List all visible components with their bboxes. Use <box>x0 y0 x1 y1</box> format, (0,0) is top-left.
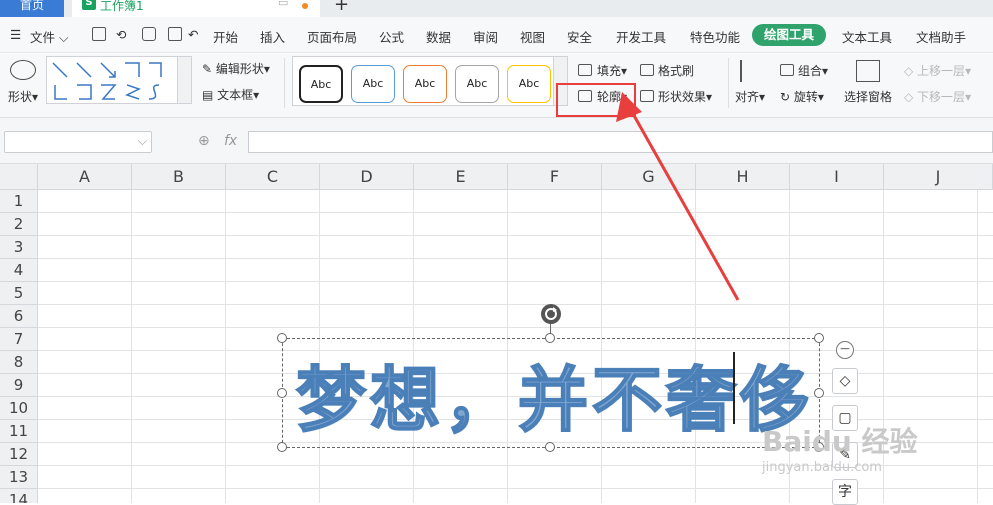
baidu-watermark: Baidu 经验 <box>762 425 918 458</box>
baidu-watermark-url: jingyan.baidu.com <box>762 460 882 475</box>
